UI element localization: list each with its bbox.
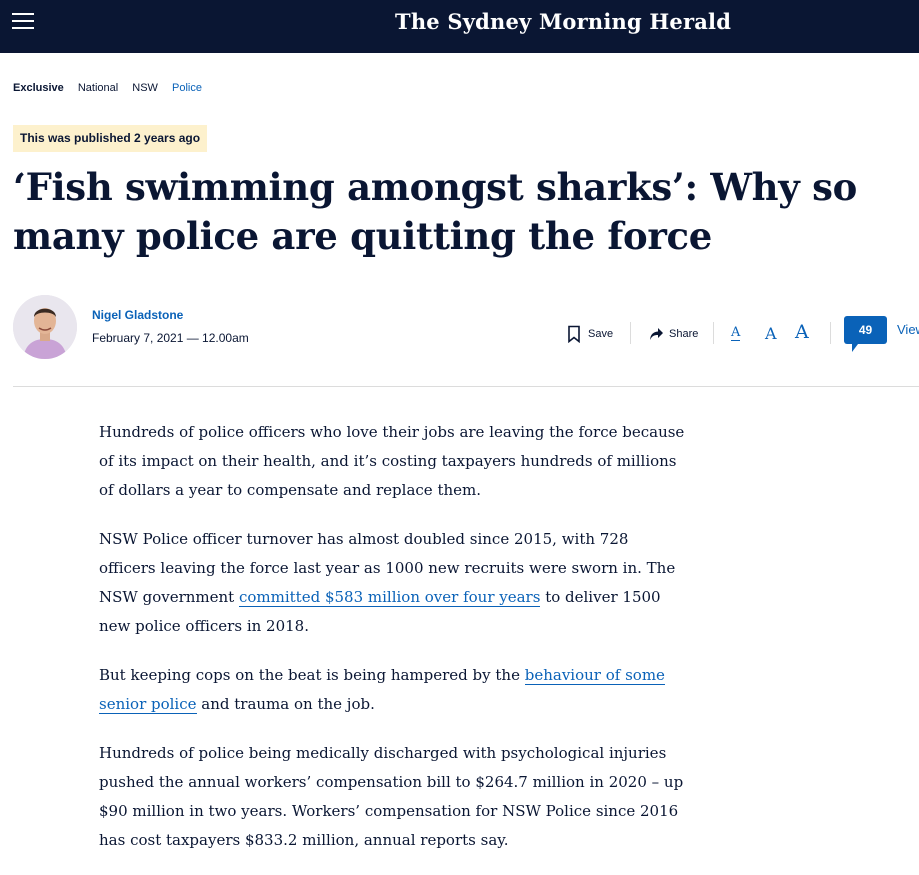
headline: ‘Fish swimming amongst sharks’: Why so m… bbox=[13, 165, 857, 258]
tag-exclusive: Exclusive bbox=[13, 82, 64, 94]
view-comments-link[interactable]: View bbox=[897, 322, 919, 337]
author-name-link[interactable]: Nigel Gladstone bbox=[92, 308, 183, 322]
font-size-small-button[interactable]: A bbox=[731, 326, 741, 341]
comment-bubble-tail bbox=[852, 344, 858, 352]
breadcrumb: Exclusive National NSW Police bbox=[13, 82, 213, 94]
comment-count-button[interactable]: 49 bbox=[844, 316, 887, 344]
breadcrumb-police[interactable]: Police bbox=[172, 82, 202, 94]
author-avatar[interactable] bbox=[13, 295, 77, 359]
save-button[interactable]: Save bbox=[567, 324, 613, 344]
toolbar-divider bbox=[630, 322, 631, 344]
publish-date: February 7, 2021 — 12.00am bbox=[92, 331, 249, 345]
toolbar-divider bbox=[830, 322, 831, 344]
font-size-large-button[interactable]: A bbox=[795, 321, 809, 343]
article-paragraph: NSW Police officer turnover has almost d… bbox=[99, 530, 676, 635]
article-paragraph: Hundreds of police being medically disch… bbox=[99, 744, 684, 849]
share-arrow-icon bbox=[650, 328, 663, 340]
site-header: The Sydney Morning Herald bbox=[0, 0, 919, 53]
published-age-badge: This was published 2 years ago bbox=[13, 125, 208, 152]
breadcrumb-nsw[interactable]: NSW bbox=[132, 82, 158, 94]
toolbar-divider bbox=[713, 322, 714, 344]
breadcrumb-national[interactable]: National bbox=[78, 82, 118, 94]
bookmark-icon bbox=[568, 325, 580, 343]
article-body: Hundreds of police officers who love the… bbox=[99, 418, 689, 875]
article-paragraph: But keeping cops on the beat is being ha… bbox=[99, 666, 665, 714]
font-size-medium-button[interactable]: A bbox=[765, 324, 777, 343]
share-label: Share bbox=[669, 328, 699, 340]
share-button[interactable]: Share bbox=[649, 324, 698, 344]
site-logo[interactable]: The Sydney Morning Herald bbox=[395, 9, 731, 34]
article-paragraph: Hundreds of police officers who love the… bbox=[99, 423, 685, 499]
hamburger-menu-icon[interactable] bbox=[12, 13, 34, 31]
byline-divider bbox=[13, 386, 919, 387]
funding-commitment-link[interactable]: committed $583 million over four years bbox=[238, 588, 541, 607]
save-label: Save bbox=[588, 328, 614, 340]
